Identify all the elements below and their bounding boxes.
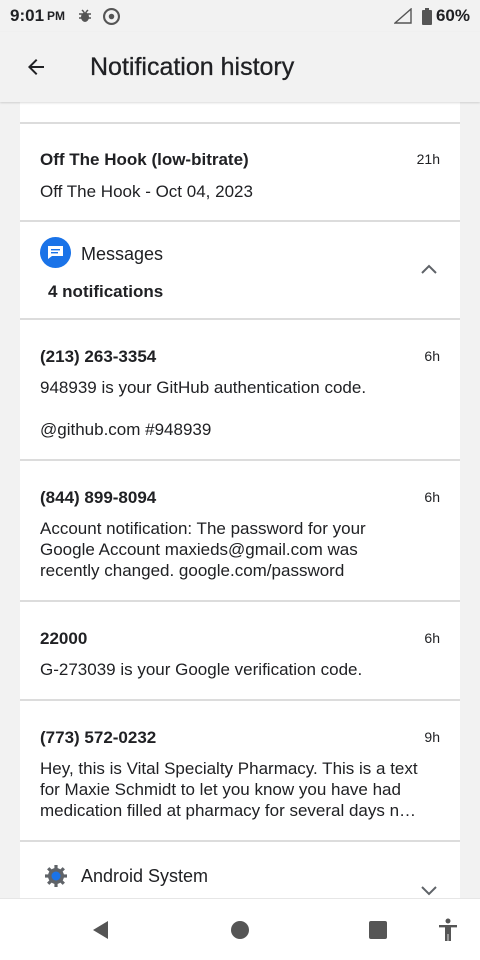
notification-item[interactable]: 22000 6h G-273039 is your Google verific… xyxy=(20,600,460,699)
notification-body: 948939 is your GitHub authentication cod… xyxy=(40,378,367,397)
notification-item[interactable]: Off The Hook (low-bitrate) 21h Off The H… xyxy=(20,122,460,220)
nav-recents-button[interactable] xyxy=(365,917,391,943)
nav-home-button[interactable] xyxy=(227,917,253,943)
status-time: 9:01 xyxy=(10,6,45,25)
notification-time: 6h xyxy=(424,630,440,646)
accessibility-icon xyxy=(439,918,457,941)
status-bar: 9:01 PM 60% xyxy=(0,0,480,32)
signal-icon xyxy=(393,8,412,24)
list-item xyxy=(20,102,460,122)
notification-title: 22000 xyxy=(40,629,88,648)
notification-item[interactable]: (213) 263-3354 6h 948939 is your GitHub … xyxy=(20,318,460,459)
notification-count: 4 notifications xyxy=(48,282,164,301)
notification-time: 6h xyxy=(424,348,440,364)
notification-extra: @github.com #948939 xyxy=(40,420,212,439)
triangle-back-icon xyxy=(93,921,108,939)
messages-app-icon xyxy=(40,237,71,268)
notification-title: Off The Hook (low-bitrate) xyxy=(40,150,249,169)
nav-back-button[interactable] xyxy=(88,917,114,943)
app-group-name: Messages xyxy=(81,244,164,264)
app-group-header-messages[interactable]: Messages 4 notifications xyxy=(20,220,460,318)
accessibility-button[interactable] xyxy=(435,917,461,943)
notification-title: (773) 572-0232 xyxy=(40,728,157,747)
notification-list[interactable]: Off The Hook (low-bitrate) 21h Off The H… xyxy=(0,102,480,898)
chrome-icon xyxy=(103,7,121,25)
notification-item[interactable]: (773) 572-0232 9h Hey, this is Vital Spe… xyxy=(20,699,460,840)
app-group-name: Android System xyxy=(81,866,209,886)
bug-icon xyxy=(77,8,93,24)
expand-button[interactable] xyxy=(418,880,440,898)
app-bar: Notification history xyxy=(0,32,480,102)
notification-title: (213) 263-3354 xyxy=(40,347,157,366)
back-button[interactable] xyxy=(18,49,54,85)
notification-body: G-273039 is your Google verification cod… xyxy=(40,660,363,679)
square-recents-icon xyxy=(369,921,387,939)
chevron-down-icon xyxy=(421,886,437,896)
notification-time: 6h xyxy=(424,489,440,505)
battery-icon xyxy=(421,7,432,25)
app-group-header-android[interactable]: Android System xyxy=(20,840,460,898)
notification-title: (844) 899-8094 xyxy=(40,488,157,507)
android-system-gear-icon xyxy=(40,860,71,891)
collapse-button[interactable] xyxy=(418,258,440,280)
page-title: Notification history xyxy=(90,52,295,81)
battery-percent: 60% xyxy=(435,6,470,25)
notification-body: Account notification: The password for y… xyxy=(40,519,366,580)
status-ampm: PM xyxy=(47,9,66,23)
notification-body: Hey, this is Vital Specialty Pharmacy. T… xyxy=(40,759,418,820)
navigation-bar xyxy=(0,898,480,960)
notification-item[interactable]: (844) 899-8094 6h Account notification: … xyxy=(20,459,460,600)
notification-time: 21h xyxy=(416,151,440,167)
circle-home-icon xyxy=(231,921,249,939)
notification-time: 9h xyxy=(424,729,440,745)
arrow-back-icon xyxy=(28,59,44,75)
notification-body: Off The Hook - Oct 04, 2023 xyxy=(40,182,253,201)
chevron-up-icon xyxy=(421,264,437,274)
